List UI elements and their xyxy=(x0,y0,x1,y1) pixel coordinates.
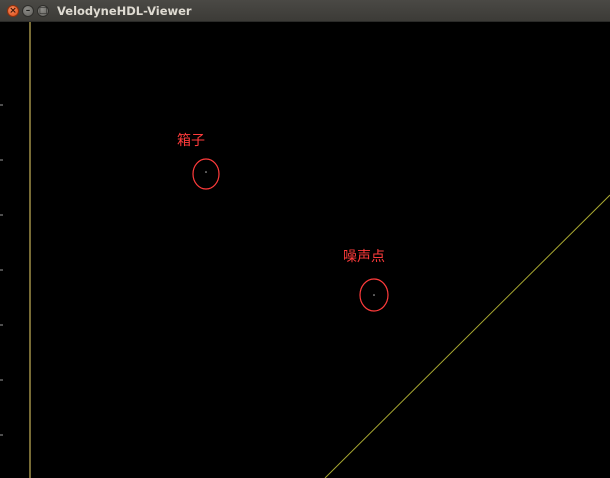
noise-annotation-label: 噪声点 xyxy=(343,249,385,265)
viewer-window: × – □ VelodyneHDL-Viewer 箱子 噪声点 xyxy=(0,0,610,478)
title-bar[interactable]: × – □ VelodyneHDL-Viewer xyxy=(0,0,610,22)
maximize-window-button[interactable]: □ xyxy=(37,5,49,17)
box-point xyxy=(205,171,207,173)
point-cloud-viewport[interactable]: 箱子 噪声点 xyxy=(0,22,610,478)
window-title: VelodyneHDL-Viewer xyxy=(57,4,192,18)
box-marker-circle xyxy=(192,158,220,190)
diagonal-scan-line xyxy=(324,194,610,478)
box-annotation-label: 箱子 xyxy=(177,133,205,149)
minimize-window-button[interactable]: – xyxy=(22,5,34,17)
close-window-button[interactable]: × xyxy=(7,5,19,17)
point-cloud-scene[interactable] xyxy=(0,22,610,478)
left-edge-ticks xyxy=(0,104,3,436)
noise-point xyxy=(373,294,375,296)
